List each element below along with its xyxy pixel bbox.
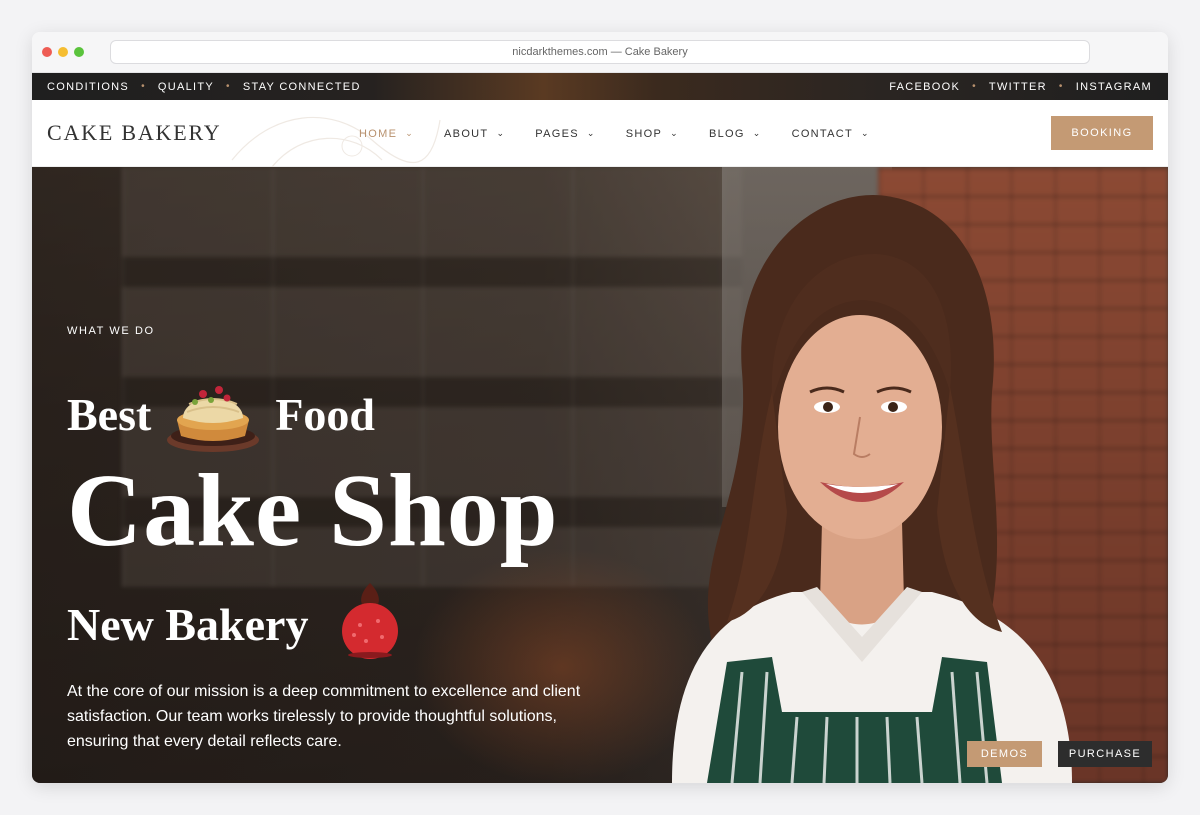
- top-bar-social-links: FACEBOOK • TWITTER • INSTAGRAM: [889, 73, 1152, 100]
- tart-image: [167, 386, 260, 452]
- main-header: CAKE BAKERY HOME ⌄ ABOUT ⌄ PAGES ⌄ SHOP …: [32, 100, 1168, 167]
- top-bar-left-links: CONDITIONS • QUALITY • STAY CONNECTED: [47, 73, 361, 100]
- topbar-link-stay-connected[interactable]: STAY CONNECTED: [243, 81, 361, 93]
- nav-item-label: SHOP: [625, 127, 663, 140]
- hero-headline-line1: Best Food: [67, 372, 375, 456]
- topbar-separator: •: [226, 81, 231, 92]
- chevron-down-icon: ⌄: [405, 128, 415, 138]
- hero-description: At the core of our mission is a deep com…: [67, 683, 581, 750]
- topbar-link-quality[interactable]: QUALITY: [158, 81, 214, 93]
- nav-item-blog[interactable]: BLOG ⌄: [709, 128, 762, 140]
- chevron-down-icon: ⌄: [586, 128, 596, 138]
- demos-button[interactable]: DEMOS: [967, 741, 1042, 767]
- topbar-separator: •: [1058, 81, 1064, 92]
- topbar-separator: •: [972, 81, 977, 92]
- hero-word-best: Best: [67, 388, 152, 440]
- topbar-link-twitter[interactable]: TWITTER: [989, 81, 1047, 93]
- address-bar[interactable]: nicdarkthemes.com — Cake Bakery: [110, 40, 1090, 64]
- nav-item-label: CONTACT: [791, 127, 854, 140]
- top-bar: CONDITIONS • QUALITY • STAY CONNECTED FA…: [32, 73, 1168, 100]
- nav-item-contact[interactable]: CONTACT ⌄: [792, 128, 870, 140]
- main-navigation: HOME ⌄ ABOUT ⌄ PAGES ⌄ SHOP ⌄ BLOG ⌄ CON…: [359, 100, 900, 167]
- choux-pastry-image: [342, 583, 399, 659]
- hero-word-food: Food: [275, 388, 376, 440]
- browser-chrome: nicdarkthemes.com — Cake Bakery: [32, 32, 1168, 73]
- nav-item-label: ABOUT: [444, 127, 489, 140]
- topbar-link-conditions[interactable]: CONDITIONS: [47, 81, 129, 93]
- hero-title: Cake Shop: [67, 453, 559, 568]
- hero-section: WHAT WE DO Best Food Cake Shop New Baker…: [32, 167, 1168, 783]
- nav-item-home[interactable]: HOME ⌄: [359, 128, 414, 140]
- nav-item-label: BLOG: [708, 127, 745, 140]
- close-window-button[interactable]: [42, 47, 52, 57]
- site-logo[interactable]: CAKE BAKERY: [47, 120, 221, 146]
- browser-window: nicdarkthemes.com — Cake Bakery CONDITIO…: [32, 32, 1168, 783]
- hero-subtitle: New Bakery: [67, 598, 309, 650]
- minimize-window-button[interactable]: [58, 47, 68, 57]
- nav-item-label: HOME: [359, 127, 398, 140]
- nav-item-about[interactable]: ABOUT ⌄: [444, 128, 505, 140]
- topbar-link-instagram[interactable]: INSTAGRAM: [1076, 81, 1152, 93]
- maximize-window-button[interactable]: [74, 47, 84, 57]
- hero-headline-line3: New Bakery: [67, 583, 404, 659]
- nav-item-shop[interactable]: SHOP ⌄: [626, 128, 679, 140]
- chevron-down-icon: ⌄: [670, 128, 679, 138]
- hero-baker-photo: [672, 194, 1072, 783]
- topbar-separator: •: [141, 81, 146, 92]
- purchase-button[interactable]: PURCHASE: [1058, 741, 1152, 767]
- hero-eyebrow: WHAT WE DO: [67, 325, 155, 337]
- chevron-down-icon: ⌄: [752, 128, 762, 138]
- chevron-down-icon: ⌄: [861, 128, 870, 138]
- nav-item-label: PAGES: [535, 127, 579, 140]
- nav-item-pages[interactable]: PAGES ⌄: [535, 128, 595, 140]
- topbar-link-facebook[interactable]: FACEBOOK: [889, 81, 960, 93]
- chevron-down-icon: ⌄: [496, 128, 506, 138]
- booking-button[interactable]: BOOKING: [1051, 116, 1153, 150]
